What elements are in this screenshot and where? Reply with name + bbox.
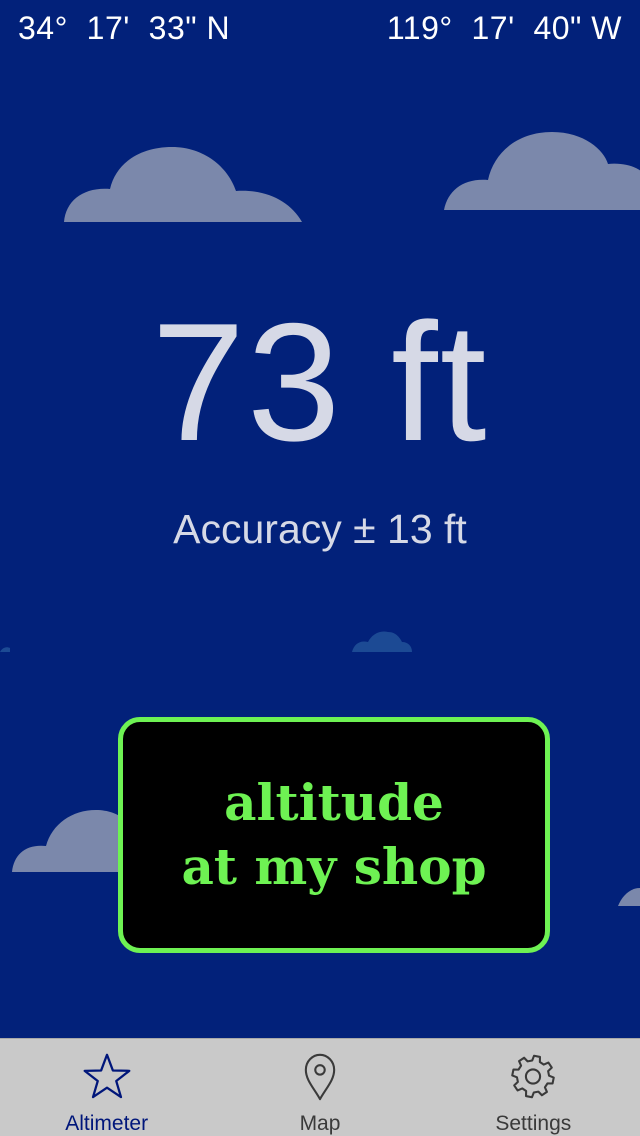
accuracy-label: Accuracy ± 13 ft — [173, 506, 467, 552]
cloud-icon — [444, 132, 640, 210]
tab-altimeter[interactable]: Altimeter — [0, 1039, 213, 1136]
sky-background: 34° 17' 33" N 119° 17' 40" W 73 ft Accur… — [0, 0, 640, 1038]
tab-label: Altimeter — [65, 1112, 149, 1135]
annotation-callout: altitude at my shop — [118, 717, 550, 953]
star-icon — [83, 1053, 131, 1099]
latitude-readout: 34° 17' 33" N — [18, 10, 231, 46]
callout-line-2: at my shop — [181, 837, 487, 896]
longitude-readout: 119° 17' 40" W — [386, 10, 622, 46]
tab-map[interactable]: Map — [213, 1039, 426, 1136]
altitude-value: 73 ft — [151, 288, 489, 476]
cloud-icon — [352, 631, 412, 652]
cloud-icon — [64, 147, 302, 222]
tab-settings[interactable]: Settings — [427, 1039, 640, 1136]
tab-label: Map — [299, 1112, 341, 1135]
cloud-icon — [618, 888, 640, 906]
gear-icon — [511, 1054, 556, 1099]
altimeter-screen: 34° 17' 33" N 119° 17' 40" W 73 ft Accur… — [0, 0, 640, 1136]
gear-outline — [511, 1054, 556, 1099]
tab-label: Settings — [495, 1112, 572, 1135]
cloud-icon — [12, 810, 122, 872]
callout-line-1: altitude — [224, 773, 444, 832]
tab-bar: Altimeter Map Settings — [0, 1038, 640, 1136]
cloud-icon — [0, 647, 10, 652]
map-pin-icon — [304, 1053, 336, 1101]
